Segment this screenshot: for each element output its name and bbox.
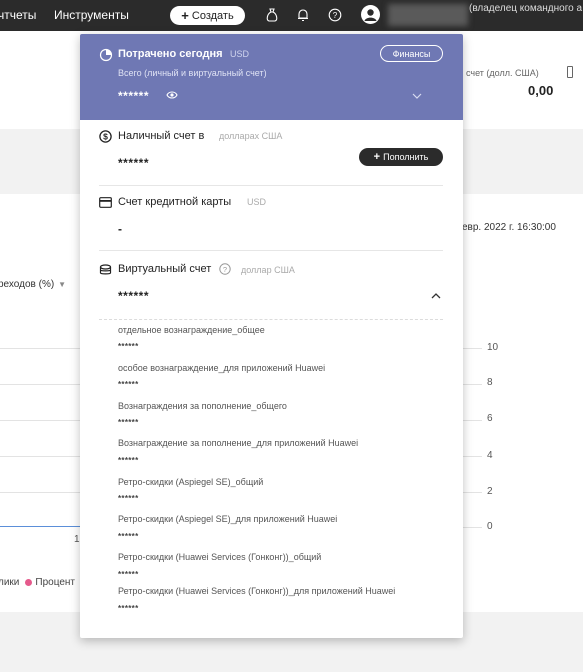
virtual-account-value: ****** [118,289,150,303]
grid-line [462,420,482,421]
user-icon [364,9,377,21]
grid-line [0,420,80,421]
virtual-subaccount-label: Ретро-скидки (Aspiegel SE)_для приложени… [118,514,338,524]
divider [99,319,443,320]
virtual-subaccount-value: ****** [118,532,139,541]
cash-coin-icon: $ [99,130,112,143]
spent-today-header: Потрачено сегодня USD Финансы Всего (лич… [80,34,463,120]
spent-today-subtitle: Всего (личный и виртуальный счет) [118,68,267,78]
cash-account-currency: долларах США [219,131,283,141]
legend-item-clicks[interactable]: лики [0,577,19,588]
virtual-subaccount-label: отдельное вознаграждение_общее [118,325,265,335]
virtual-subaccount-value: ****** [118,342,139,351]
grid-line [462,456,482,457]
bell-icon[interactable] [296,8,310,22]
eye-icon[interactable] [166,90,178,100]
cash-account-title: Наличный счет в [118,130,205,142]
top-up-button[interactable]: + Пополнить [359,148,443,166]
money-bag-icon[interactable] [265,8,279,22]
grid-line [462,384,482,385]
axis-tick-label: 2 [487,486,493,497]
plus-icon: + [181,8,189,23]
create-button[interactable]: + Создать [170,6,245,25]
credit-card-account-title: Счет кредитной карты [118,196,232,208]
legend-item-percent[interactable]: Процент [35,577,75,588]
background-date: евр. 2022 г. 16:30:00 [462,222,556,233]
virtual-subaccount-value: ****** [118,570,139,579]
create-button-label: Создать [191,9,234,22]
background-metric-label: реходов (%) [0,279,55,290]
virtual-subaccount-value: ****** [118,418,139,427]
credit-card-icon [99,197,112,208]
divider [99,185,443,186]
spent-today-title: Потрачено сегодня [118,48,223,60]
spent-today-value: ****** [118,89,150,103]
avatar[interactable] [361,5,380,24]
background-footer [0,633,583,672]
axis-tick-label: 8 [487,377,493,388]
coins-stack-icon [99,264,112,275]
plus-icon: + [373,150,381,163]
background-card-icon [567,66,573,78]
axis-tick-label: 6 [487,413,493,424]
cash-account-value: ****** [118,156,150,170]
virtual-subaccount-label: Ретро-скидки (Aspiegel SE)_общий [118,477,264,487]
grid-line [0,456,80,457]
virtual-subaccount-label: Ретро-скидки (Huawei Services (Гонконг))… [118,586,396,596]
chevron-down-icon: ▼ [58,280,67,289]
background-metric-select[interactable]: реходов (%) ▼ [0,279,66,290]
virtual-subaccount-value: ****** [118,494,139,503]
chevron-up-icon[interactable] [430,292,442,300]
credit-card-account-value: - [118,222,123,236]
virtual-subaccount-value: ****** [118,604,139,613]
chart-series-line [0,526,80,527]
chevron-down-icon[interactable] [411,92,423,100]
finance-dropdown-panel: Потрачено сегодня USD Финансы Всего (лич… [80,34,463,638]
chart-legend: лики Процент [0,577,75,588]
top-up-button-label: Пополнить [383,152,429,162]
virtual-subaccount-label: особое вознаграждение_для приложений Hua… [118,363,326,373]
x-axis-tick-label: 1 [74,534,80,545]
virtual-subaccount-value: ****** [118,380,139,389]
axis-tick-label: 4 [487,450,493,461]
background-account-label: счет (долл. США) [466,68,539,78]
divider [99,250,443,251]
help-icon[interactable]: ? [328,8,342,22]
grid-line [0,348,80,349]
virtual-account-title: Виртуальный счет [118,263,212,275]
blurred-username [388,4,468,26]
top-navigation-bar: чтчеты Инструменты + Создать ? (владелец… [0,0,583,31]
virtual-account-currency: доллар США [241,265,295,275]
nav-tools-link[interactable]: Инструменты [54,8,129,22]
grid-line [462,492,482,493]
svg-text:?: ? [333,11,338,20]
legend-dot-icon [25,579,33,586]
axis-tick-label: 10 [487,342,499,353]
question-circle-icon[interactable]: ? [219,263,231,275]
grid-line [462,348,482,349]
nav-reports-link[interactable]: чтчеты [0,8,36,22]
virtual-subaccount-label: Вознаграждение за пополнение_для приложе… [118,438,359,448]
grid-line [462,527,482,528]
credit-card-account-currency: USD [247,197,267,207]
virtual-subaccount-label: Вознаграждения за пополнение_общего [118,401,287,411]
spent-today-currency: USD [230,49,250,59]
grid-line [0,384,80,385]
svg-text:$: $ [103,132,108,142]
virtual-subaccount-value: ****** [118,456,139,465]
spending-chart-icon [99,48,113,62]
finance-button[interactable]: Финансы [380,45,443,62]
axis-tick-label: 0 [487,521,493,532]
virtual-subaccount-label: Ретро-скидки (Huawei Services (Гонконг))… [118,552,322,562]
user-role-text: (владелец командного а [469,3,583,14]
background-account-value: 0,00 [528,83,554,98]
svg-text:?: ? [223,265,227,274]
grid-line [0,492,80,493]
